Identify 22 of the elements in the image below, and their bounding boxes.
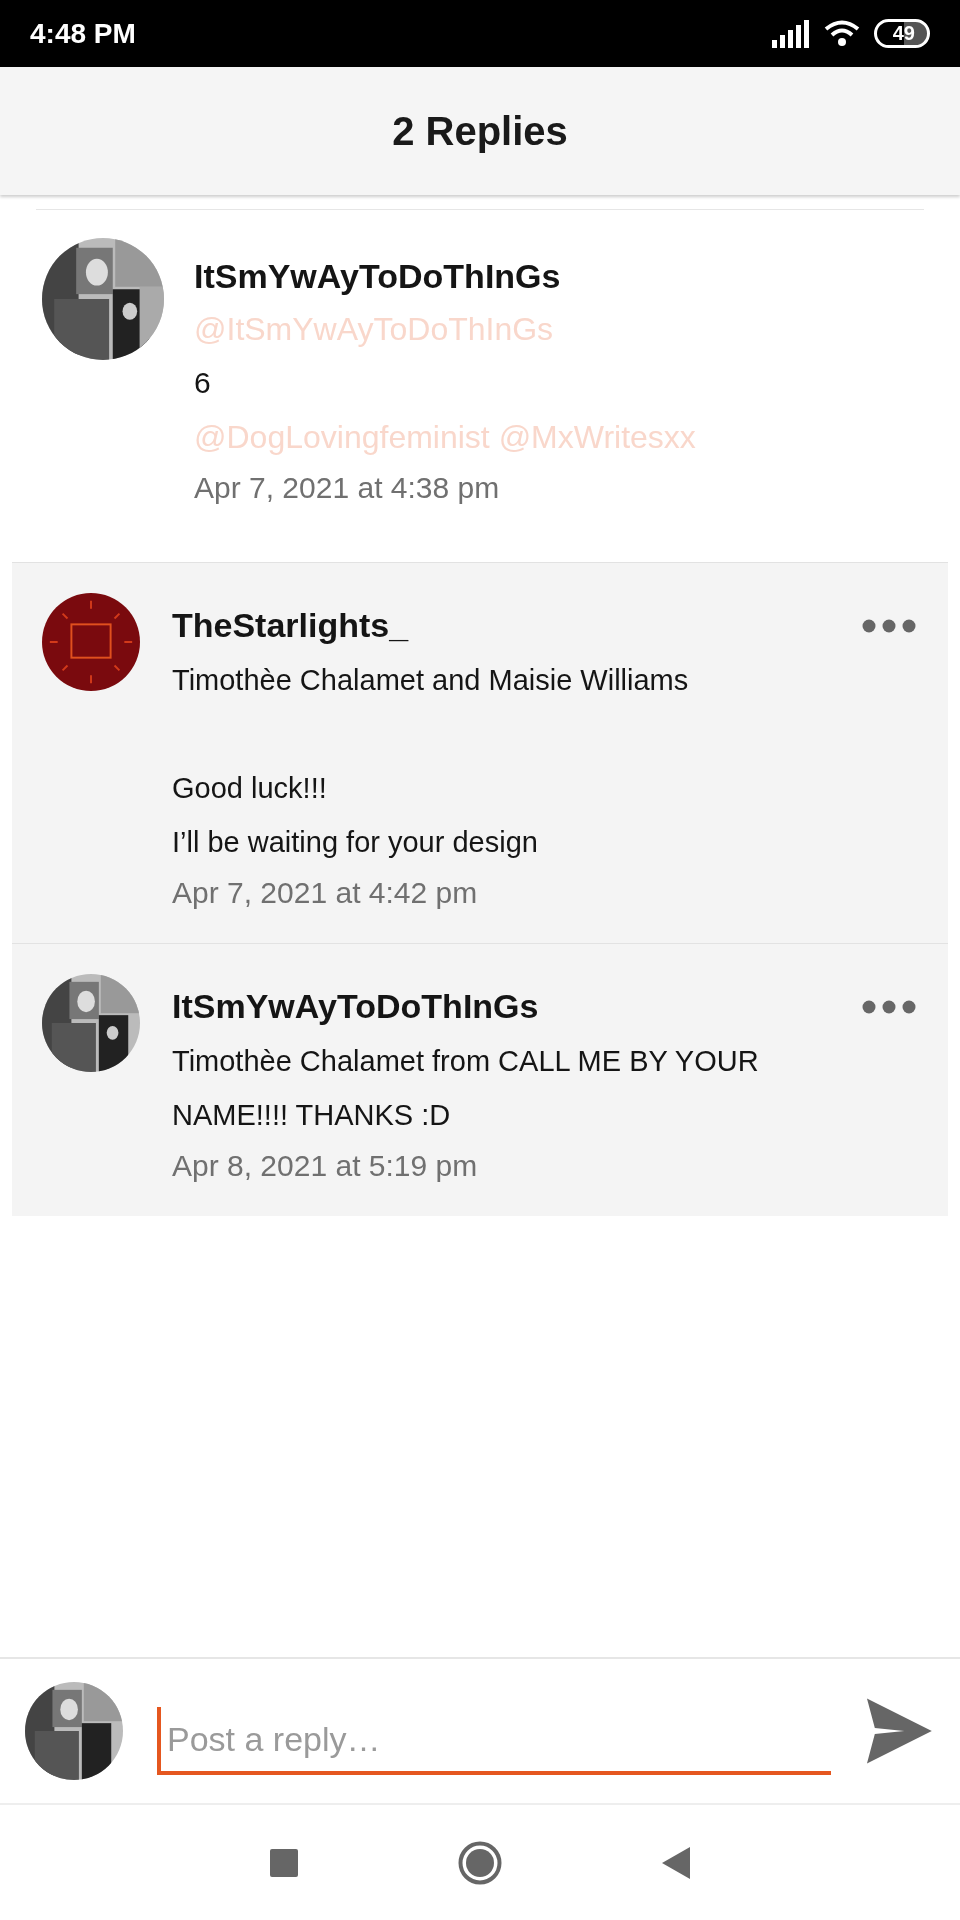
- reply-field[interactable]: Post a reply…: [157, 1707, 832, 1775]
- screen-title: 2 Replies: [392, 108, 568, 154]
- author-name[interactable]: ItSmYwAyToDoThInGs: [172, 978, 872, 1034]
- comment-time: Apr 7, 2021 at 4:38 pm: [194, 470, 501, 506]
- comment-text: 6: [194, 365, 212, 401]
- battery-indicator: 49: [873, 19, 930, 48]
- reply-time: Apr 8, 2021 at 5:19 pm: [172, 1148, 479, 1184]
- author-name[interactable]: TheStarlights_: [172, 597, 872, 653]
- logo-avatar-icon: [42, 593, 140, 691]
- wifi-icon: [823, 18, 860, 49]
- send-icon[interactable]: [865, 1698, 932, 1764]
- reply-time: Apr 7, 2021 at 4:42 pm: [172, 875, 479, 911]
- author-name[interactable]: ItSmYwAyToDoThInGs: [194, 250, 696, 302]
- more-options-icon[interactable]: [862, 619, 916, 633]
- status-time: 4:48 PM: [30, 17, 136, 50]
- back-icon[interactable]: [662, 1846, 690, 1879]
- reply-text: Timothèe Chalamet from CALL ME BY YOUR NAME!!!! THANKS :D: [172, 1044, 760, 1133]
- reply-text: Timothèe Chalamet and Maisie Williams Good luck!!! I’ll be waiting for your design: [172, 663, 690, 860]
- recents-icon[interactable]: [270, 1848, 298, 1877]
- signal-icon: [771, 19, 810, 48]
- more-options-icon[interactable]: [862, 1000, 916, 1014]
- home-icon[interactable]: [458, 1840, 502, 1885]
